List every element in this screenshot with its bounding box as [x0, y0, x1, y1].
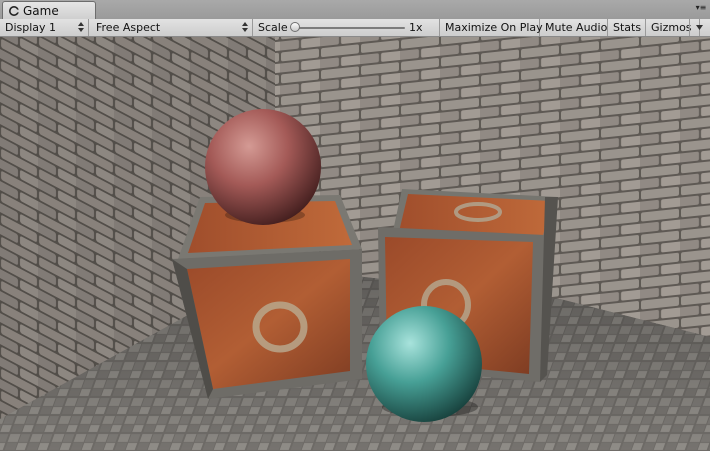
dropdown-arrows-icon — [242, 22, 248, 32]
crate-left — [172, 195, 362, 399]
display-dropdown[interactable]: Display 1 — [0, 19, 89, 36]
dropdown-arrows-icon — [78, 22, 84, 32]
red-sphere — [205, 109, 321, 225]
game-viewport[interactable] — [0, 37, 710, 451]
scale-value: 1x — [409, 21, 423, 34]
display-dropdown-value: Display 1 — [5, 21, 57, 34]
tab-game[interactable]: Game — [2, 1, 96, 19]
tab-options-menu-icon[interactable]: ▾≡ — [695, 1, 707, 15]
scene-render — [0, 37, 710, 451]
tab-bar: Game ▾≡ — [0, 0, 710, 19]
scale-slider[interactable] — [293, 27, 405, 29]
aspect-dropdown-value: Free Aspect — [96, 21, 161, 34]
aspect-dropdown[interactable]: Free Aspect — [91, 19, 253, 36]
maximize-on-play-label: Maximize On Play — [445, 21, 543, 34]
gizmos-label: Gizmos — [651, 21, 692, 34]
maximize-on-play-toggle[interactable]: Maximize On Play — [440, 19, 543, 36]
scale-slider-thumb[interactable] — [290, 22, 300, 32]
scale-control: Scale 1x — [253, 19, 440, 36]
tab-game-label: Game — [23, 3, 59, 18]
game-view-toolbar: Display 1 Free Aspect Scale 1x Maximize … — [0, 19, 710, 37]
mute-audio-toggle[interactable]: Mute Audio — [540, 19, 608, 36]
stats-label: Stats — [613, 21, 642, 34]
game-controller-icon — [9, 5, 19, 16]
stats-toggle[interactable]: Stats — [608, 19, 646, 36]
scale-label: Scale — [258, 21, 288, 34]
gizmos-dropdown-arrow-icon[interactable] — [689, 19, 709, 36]
mute-audio-label: Mute Audio — [545, 21, 608, 34]
teal-sphere — [366, 306, 482, 422]
